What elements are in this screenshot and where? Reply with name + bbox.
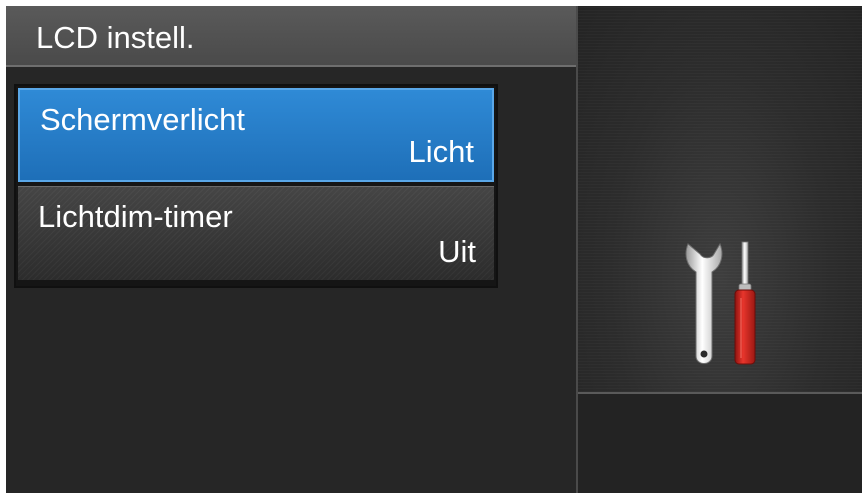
settings-pane: LCD instell. Schermverlicht Licht Lichtd… <box>6 6 576 493</box>
menu-item-schermverlicht[interactable]: Schermverlicht Licht <box>18 88 494 182</box>
menu-item-label: Lichtdim-timer <box>38 199 233 234</box>
wrench-icon <box>685 242 723 364</box>
lcd-screen: LCD instell. Schermverlicht Licht Lichtd… <box>6 6 862 493</box>
menu-item-value: Uit <box>438 234 476 269</box>
menu-item-label: Schermverlicht <box>40 102 245 137</box>
page-title: LCD instell. <box>36 20 195 55</box>
illustration-pane <box>578 6 862 493</box>
menu-item-value: Licht <box>408 134 474 169</box>
tools-icon <box>685 241 756 365</box>
settings-list: Schermverlicht Licht Lichtdim-timer Uit <box>14 84 498 288</box>
status-area <box>578 392 862 493</box>
title-bar: LCD instell. <box>6 6 576 67</box>
screwdriver-icon <box>734 241 756 365</box>
menu-item-lichtdim-timer[interactable]: Lichtdim-timer Uit <box>18 186 494 280</box>
illustration-area <box>578 6 862 392</box>
